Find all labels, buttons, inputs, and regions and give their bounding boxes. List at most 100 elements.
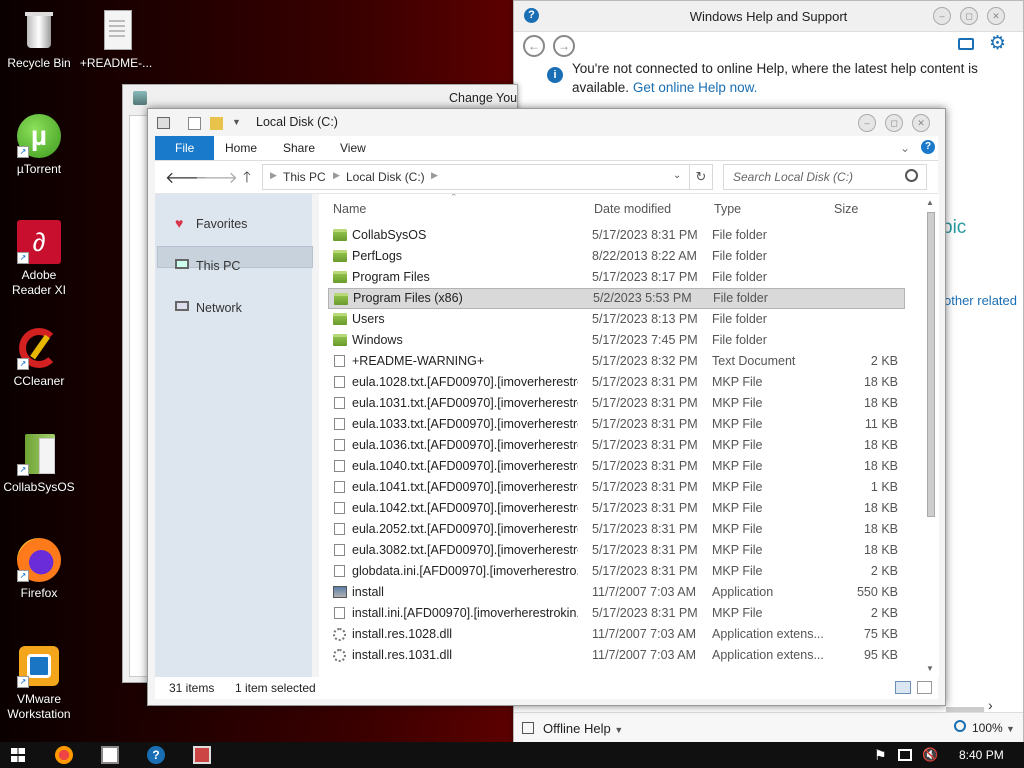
search-box[interactable]: Search Local Disk (C:) — [723, 164, 927, 190]
clock[interactable]: 8:40 PM — [959, 748, 1004, 762]
zoom-button[interactable]: 100% ▼ — [972, 721, 1015, 735]
desktop-icon-readme[interactable]: +README-... — [78, 8, 154, 71]
help-hscroll-arrow[interactable]: › — [988, 697, 993, 713]
table-row[interactable]: eula.3082.txt.[AFD00970].[imoverherestro… — [328, 540, 903, 561]
file-date: 5/17/2023 7:45 PM — [592, 333, 698, 347]
file-type: MKP File — [712, 480, 763, 494]
flag-icon[interactable]: ⚑ — [874, 746, 892, 764]
desktop-icon-collabsysos[interactable]: ↗ CollabSysOS — [1, 432, 77, 495]
table-row[interactable]: Windows 5/17/2023 7:45 PM File folder — [328, 330, 903, 351]
details-view-icon[interactable] — [895, 681, 911, 694]
refresh-button[interactable]: ↻ — [689, 164, 713, 190]
vertical-scrollbar[interactable]: ▲ ▼ — [926, 198, 936, 673]
nav-item-this-pc[interactable]: This PC — [196, 259, 240, 273]
desktop-icon-firefox[interactable]: ↗ Firefox — [1, 538, 77, 601]
table-row[interactable]: eula.1031.txt.[AFD00970].[imoverherestro… — [328, 393, 903, 414]
minimize-button[interactable]: – — [858, 114, 876, 132]
close-button[interactable]: ✕ — [912, 114, 930, 132]
file-type: Application extens... — [712, 648, 824, 662]
properties-icon[interactable] — [157, 117, 170, 129]
volume-muted-icon[interactable]: 🔇 — [922, 746, 940, 764]
help-partial-text-2[interactable]: other related — [944, 293, 1017, 308]
file-name: eula.3082.txt.[AFD00970].[imoverherestro… — [352, 543, 578, 557]
column-header-size[interactable]: Size — [834, 202, 858, 216]
get-online-help-link[interactable]: Get online Help now. — [633, 80, 758, 95]
table-row[interactable]: Program Files 5/17/2023 8:17 PM File folde… — [328, 267, 903, 288]
taskbar-control-panel-icon[interactable] — [193, 746, 211, 764]
search-input[interactable]: Search Local Disk (C:) — [733, 170, 853, 184]
taskbar-window-icon[interactable] — [101, 746, 119, 764]
expand-ribbon-icon[interactable]: ⌄ — [900, 141, 910, 155]
offline-help-button[interactable]: Offline Help ▼ — [543, 721, 623, 736]
desktop-icon-adobe-reader[interactable]: ∂ ↗ Adobe Reader XI — [1, 220, 77, 298]
desktop-icon-vmware[interactable]: ↗ VMware Workstation — [1, 644, 77, 722]
table-row[interactable]: eula.1041.txt.[AFD00970].[imoverherestro… — [328, 477, 903, 498]
file-type: MKP File — [712, 438, 763, 452]
tab-file[interactable]: File — [155, 136, 215, 160]
breadcrumb-local-disk[interactable]: Local Disk (C:) — [346, 170, 425, 184]
taskbar-help-icon[interactable]: ? — [147, 746, 165, 764]
desktop-icon-recycle-bin[interactable]: Recycle Bin — [1, 8, 77, 71]
network-icon[interactable] — [898, 749, 912, 761]
breadcrumb-this-pc[interactable]: This PC — [283, 170, 326, 184]
address-bar[interactable]: ▶ This PC ▶ Local Disk (C:) ▶ ⌄ — [262, 164, 690, 190]
desktop-icon-utorrent[interactable]: µ ↗ µTorrent — [1, 114, 77, 177]
large-icons-view-icon[interactable] — [917, 681, 932, 694]
table-row[interactable]: +README-WARNING+ 5/17/2023 8:32 PM Text Do… — [328, 351, 903, 372]
scroll-up-arrow-icon[interactable]: ▲ — [926, 198, 934, 207]
column-header-date[interactable]: Date modified — [594, 202, 671, 216]
up-arrow-icon[interactable]: 🡑 — [243, 167, 251, 192]
table-row[interactable]: eula.2052.txt.[AFD00970].[imoverherestro… — [328, 519, 903, 540]
address-dropdown-icon[interactable]: ⌄ — [673, 170, 681, 181]
table-row[interactable]: Users 5/17/2023 8:13 PM File folder — [328, 309, 903, 330]
maximize-button[interactable]: ◻ — [960, 7, 978, 25]
forward-arrow-icon[interactable]: → — [553, 35, 575, 57]
file-size: 18 KB — [863, 438, 898, 452]
gear-icon[interactable]: ⚙ — [989, 34, 1006, 53]
file-type: MKP File — [712, 522, 763, 536]
help-icon[interactable]: ? — [921, 140, 935, 154]
gear-icon — [333, 649, 346, 662]
forward-arrow-icon[interactable]: 🡒 — [195, 167, 238, 188]
minimize-button[interactable]: – — [933, 7, 951, 25]
table-row[interactable]: eula.1040.txt.[AFD00970].[imoverherestro… — [328, 456, 903, 477]
tab-share[interactable]: Share — [270, 136, 328, 160]
start-button-icon[interactable] — [11, 748, 25, 762]
new-folder-icon[interactable] — [188, 117, 201, 130]
column-header-name[interactable]: Name — [333, 202, 366, 216]
table-row[interactable]: eula.1028.txt.[AFD00970].[imoverherestro… — [328, 372, 903, 393]
table-row[interactable]: eula.1042.txt.[AFD00970].[imoverherestro… — [328, 498, 903, 519]
file-name: globdata.ini.[AFD00970].[imoverherestro.… — [352, 564, 578, 578]
firefox-icon: ↗ — [17, 538, 61, 582]
table-row[interactable]: globdata.ini.[AFD00970].[imoverherestro.… — [328, 561, 903, 582]
table-row[interactable]: eula.1036.txt.[AFD00970].[imoverherestro… — [328, 435, 903, 456]
nav-item-network[interactable]: Network — [196, 301, 242, 315]
folder-icon[interactable] — [210, 117, 223, 130]
back-arrow-icon[interactable]: ← — [523, 35, 545, 57]
close-button[interactable]: ✕ — [987, 7, 1005, 25]
desktop-icon-ccleaner[interactable]: ↗ CCleaner — [1, 326, 77, 389]
table-row[interactable]: install 11/7/2007 7:03 AM Application 550 K… — [328, 582, 903, 603]
tab-home[interactable]: Home — [212, 136, 270, 160]
table-row[interactable]: CollabSysOS 5/17/2023 8:31 PM File folder — [328, 225, 903, 246]
nav-item-favorites[interactable]: Favorites — [196, 217, 247, 231]
table-row[interactable]: Program Files (x86) 5/2/2023 5:53 PM File … — [328, 288, 905, 309]
table-row[interactable]: install.ini.[AFD00970].[imoverherestroki… — [328, 603, 903, 624]
file-type: MKP File — [712, 606, 763, 620]
search-icon[interactable] — [905, 169, 918, 182]
column-header-type[interactable]: Type — [714, 202, 741, 216]
table-row[interactable]: install.res.1031.dll 11/7/2007 7:03 AM App… — [328, 645, 903, 666]
table-row[interactable]: install.res.1028.dll 11/7/2007 7:03 AM App… — [328, 624, 903, 645]
scroll-down-arrow-icon[interactable]: ▼ — [926, 664, 934, 673]
change-window-title: Change You — [449, 91, 518, 105]
table-row[interactable]: eula.1033.txt.[AFD00970].[imoverherestro… — [328, 414, 903, 435]
tab-view[interactable]: View — [327, 136, 379, 160]
print-icon[interactable] — [958, 38, 974, 50]
zoom-icon[interactable] — [954, 720, 966, 732]
maximize-button[interactable]: ◻ — [885, 114, 903, 132]
file-date: 5/17/2023 8:31 PM — [592, 522, 698, 536]
customize-toolbar-arrow-icon[interactable]: ▼ — [232, 117, 241, 127]
taskbar-app-icon[interactable] — [55, 746, 73, 764]
scroll-thumb[interactable] — [927, 212, 935, 517]
table-row[interactable]: PerfLogs 8/22/2013 8:22 AM File folder — [328, 246, 903, 267]
